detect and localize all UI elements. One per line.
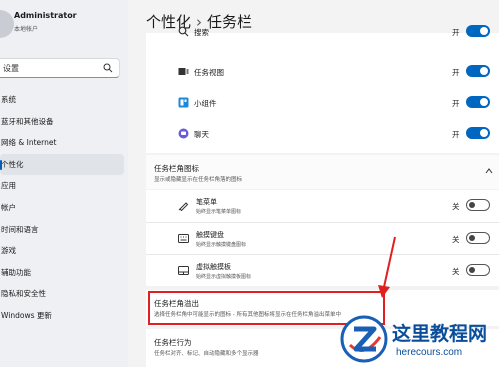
pen-icon xyxy=(178,202,189,211)
corner-icon-title: 虚拟触摸板 xyxy=(196,263,231,271)
toggle-state: 开 xyxy=(452,68,460,77)
corner-icons-section-header[interactable]: 任务栏角图标 显示或隐藏显示在任务栏角落的图标 xyxy=(146,155,499,189)
search-toggle[interactable] xyxy=(466,25,490,37)
nav-item-accessibility[interactable]: 辅助功能 xyxy=(0,262,124,284)
corner-icon-description: 始终显示笔菜单图标 xyxy=(196,209,242,215)
toggle-state: 关 xyxy=(452,202,460,211)
nav-item-time-language[interactable]: 时间和语言 xyxy=(0,219,124,241)
task-view-icon xyxy=(178,68,189,75)
taskbar-item-widgets: 小组件 开 xyxy=(146,88,499,118)
nav-item-system[interactable]: 系统 xyxy=(0,89,124,111)
nav-item-apps[interactable]: 应用 xyxy=(0,175,124,197)
search-icon xyxy=(178,26,189,37)
widgets-toggle[interactable] xyxy=(466,96,490,108)
chevron-up-icon xyxy=(485,168,493,174)
search-input[interactable]: 设置 xyxy=(0,58,120,78)
nav-item-network[interactable]: 网络 & Internet xyxy=(0,132,124,154)
corner-icon-description: 始终显示虚拟触摸板图标 xyxy=(196,274,252,280)
search-value: 设置 xyxy=(3,64,19,73)
site-logo-icon xyxy=(340,315,388,363)
taskbar-item-search: 搜索 开 xyxy=(146,17,499,47)
widgets-icon xyxy=(178,97,189,108)
taskbar-items-card: 搜索 开 任务视图 开 小组件 开 聊天 开 xyxy=(146,25,499,153)
pen-menu-toggle[interactable] xyxy=(466,199,490,211)
section-description: 显示或隐藏显示在任务栏角落的图标 xyxy=(154,177,243,183)
section-title: 任务栏角图标 xyxy=(154,164,199,173)
chat-icon xyxy=(178,128,189,139)
taskbar-item-task-view: 任务视图 开 xyxy=(146,57,499,87)
nav-item-gaming[interactable]: 游戏 xyxy=(0,240,124,262)
section-description: 任务栏对齐、标记、自动隐藏和多个显示器 xyxy=(154,351,259,357)
toggle-state: 开 xyxy=(452,28,460,37)
toggle-state: 开 xyxy=(452,99,460,108)
touchpad-icon xyxy=(178,266,189,275)
corner-icon-touch-keyboard: 触摸键盘 始终显示触摸键盘图标 关 xyxy=(146,223,499,255)
sidebar: Administrator 本地帐户 设置 系统 蓝牙和其他设备 网络 & In… xyxy=(0,0,128,367)
keyboard-icon xyxy=(178,234,189,243)
watermark-url: herecours.com xyxy=(396,347,463,358)
taskbar-item-label: 搜索 xyxy=(194,28,209,37)
toggle-state: 关 xyxy=(452,235,460,244)
section-title: 任务栏行为 xyxy=(154,338,192,347)
nav-item-accounts[interactable]: 帐户 xyxy=(0,197,124,219)
red-arrow-annotation xyxy=(378,236,396,298)
virtual-touchpad-toggle[interactable] xyxy=(466,264,490,276)
corner-icon-description: 始终显示触摸键盘图标 xyxy=(196,242,247,248)
corner-icon-title: 触摸键盘 xyxy=(196,231,224,239)
watermark-title: 这里教程网 xyxy=(392,323,488,345)
toggle-state: 开 xyxy=(452,130,460,139)
nav-item-personalization[interactable]: 个性化 xyxy=(0,153,124,176)
task-view-toggle[interactable] xyxy=(466,65,490,77)
taskbar-item-label: 聊天 xyxy=(194,130,209,139)
avatar xyxy=(0,10,14,38)
nav-list: 系统 蓝牙和其他设备 网络 & Internet 个性化 应用 帐户 时间和语言… xyxy=(0,89,124,327)
user-profile[interactable]: Administrator 本地帐户 xyxy=(0,10,128,44)
touch-keyboard-toggle[interactable] xyxy=(466,232,490,244)
nav-item-privacy[interactable]: 隐私和安全性 xyxy=(0,283,124,305)
taskbar-item-label: 任务视图 xyxy=(194,68,224,77)
search-icon xyxy=(103,63,113,73)
taskbar-item-chat: 聊天 开 xyxy=(146,119,499,149)
nav-item-windows-update[interactable]: Windows 更新 xyxy=(0,305,124,327)
account-type: 本地帐户 xyxy=(14,26,39,33)
corner-icons-list: 笔菜单 始终显示笔菜单图标 关 触摸键盘 始终显示触摸键盘图标 关 虚拟触摸板 … xyxy=(146,190,499,286)
corner-icon-virtual-touchpad: 虚拟触摸板 始终显示虚拟触摸板图标 关 xyxy=(146,255,499,287)
user-name: Administrator xyxy=(14,11,77,20)
watermark: 这里教程网 herecours.com xyxy=(340,313,499,367)
taskbar-item-label: 小组件 xyxy=(194,99,217,108)
toggle-state: 关 xyxy=(452,267,460,276)
corner-icon-title: 笔菜单 xyxy=(196,198,217,206)
corner-icon-pen-menu: 笔菜单 始终显示笔菜单图标 关 xyxy=(146,190,499,222)
nav-item-bluetooth[interactable]: 蓝牙和其他设备 xyxy=(0,111,124,133)
chat-toggle[interactable] xyxy=(466,127,490,139)
